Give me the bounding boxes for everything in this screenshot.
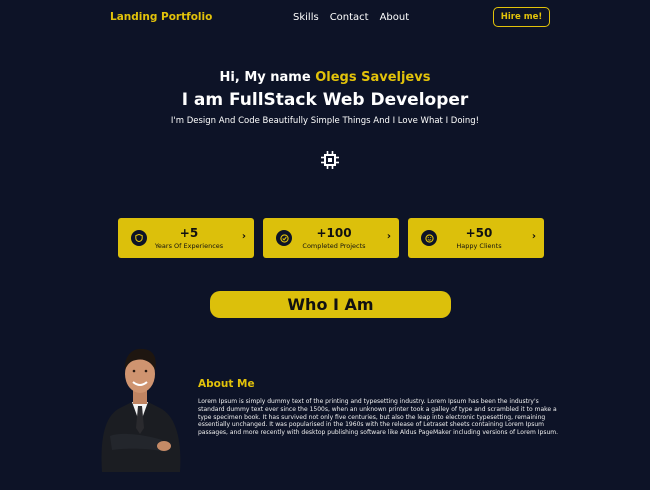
stats-row: +5 Years Of Experiences › +100 Completed… bbox=[118, 218, 544, 258]
smile-icon bbox=[421, 230, 437, 246]
about-title: About Me bbox=[198, 378, 255, 390]
who-i-am-heading: Who I Am bbox=[210, 291, 451, 318]
nav-link-contact[interactable]: Contact bbox=[330, 12, 369, 23]
about-text: Lorem Ipsum is simply dummy text of the … bbox=[198, 398, 559, 437]
hire-me-button[interactable]: Hire me! bbox=[493, 7, 550, 27]
nav-link-about[interactable]: About bbox=[380, 12, 410, 23]
stat-card-clients[interactable]: +50 Happy Clients › bbox=[408, 218, 544, 258]
stat-card-experience[interactable]: +5 Years Of Experiences › bbox=[118, 218, 254, 258]
chip-icon bbox=[321, 151, 339, 169]
stat-card-projects[interactable]: +100 Completed Projects › bbox=[263, 218, 399, 258]
chevron-right-icon: › bbox=[386, 231, 391, 242]
hero-greeting: Hi, My name Olegs Saveljevs bbox=[0, 70, 650, 85]
hero-section: Hi, My name Olegs Saveljevs I am FullSta… bbox=[0, 70, 650, 126]
stat-value: +5 bbox=[179, 226, 199, 240]
hero-name: Olegs Saveljevs bbox=[315, 70, 431, 85]
stat-value: +50 bbox=[465, 226, 493, 240]
stat-label: Years Of Experiences bbox=[154, 242, 224, 250]
stat-value: +100 bbox=[316, 226, 352, 240]
chevron-right-icon: › bbox=[241, 231, 246, 242]
nav-link-skills[interactable]: Skills bbox=[293, 12, 319, 23]
stat-label: Completed Projects bbox=[302, 242, 366, 250]
shield-icon bbox=[131, 230, 147, 246]
hero-role: I am FullStack Web Developer bbox=[181, 90, 469, 110]
stat-label: Happy Clients bbox=[456, 242, 502, 250]
nav-menu: Skills Contact About bbox=[293, 12, 409, 23]
greeting-text: Hi, My name bbox=[219, 70, 311, 85]
profile-photo bbox=[101, 348, 181, 472]
chevron-right-icon: › bbox=[531, 231, 536, 242]
top-navbar: Landing Portfolio Skills Contact About H… bbox=[0, 0, 650, 36]
brand-logo-text[interactable]: Landing Portfolio bbox=[110, 11, 212, 23]
check-circle-icon bbox=[276, 230, 292, 246]
hero-tagline: I'm Design And Code Beautifully Simple T… bbox=[170, 116, 480, 126]
